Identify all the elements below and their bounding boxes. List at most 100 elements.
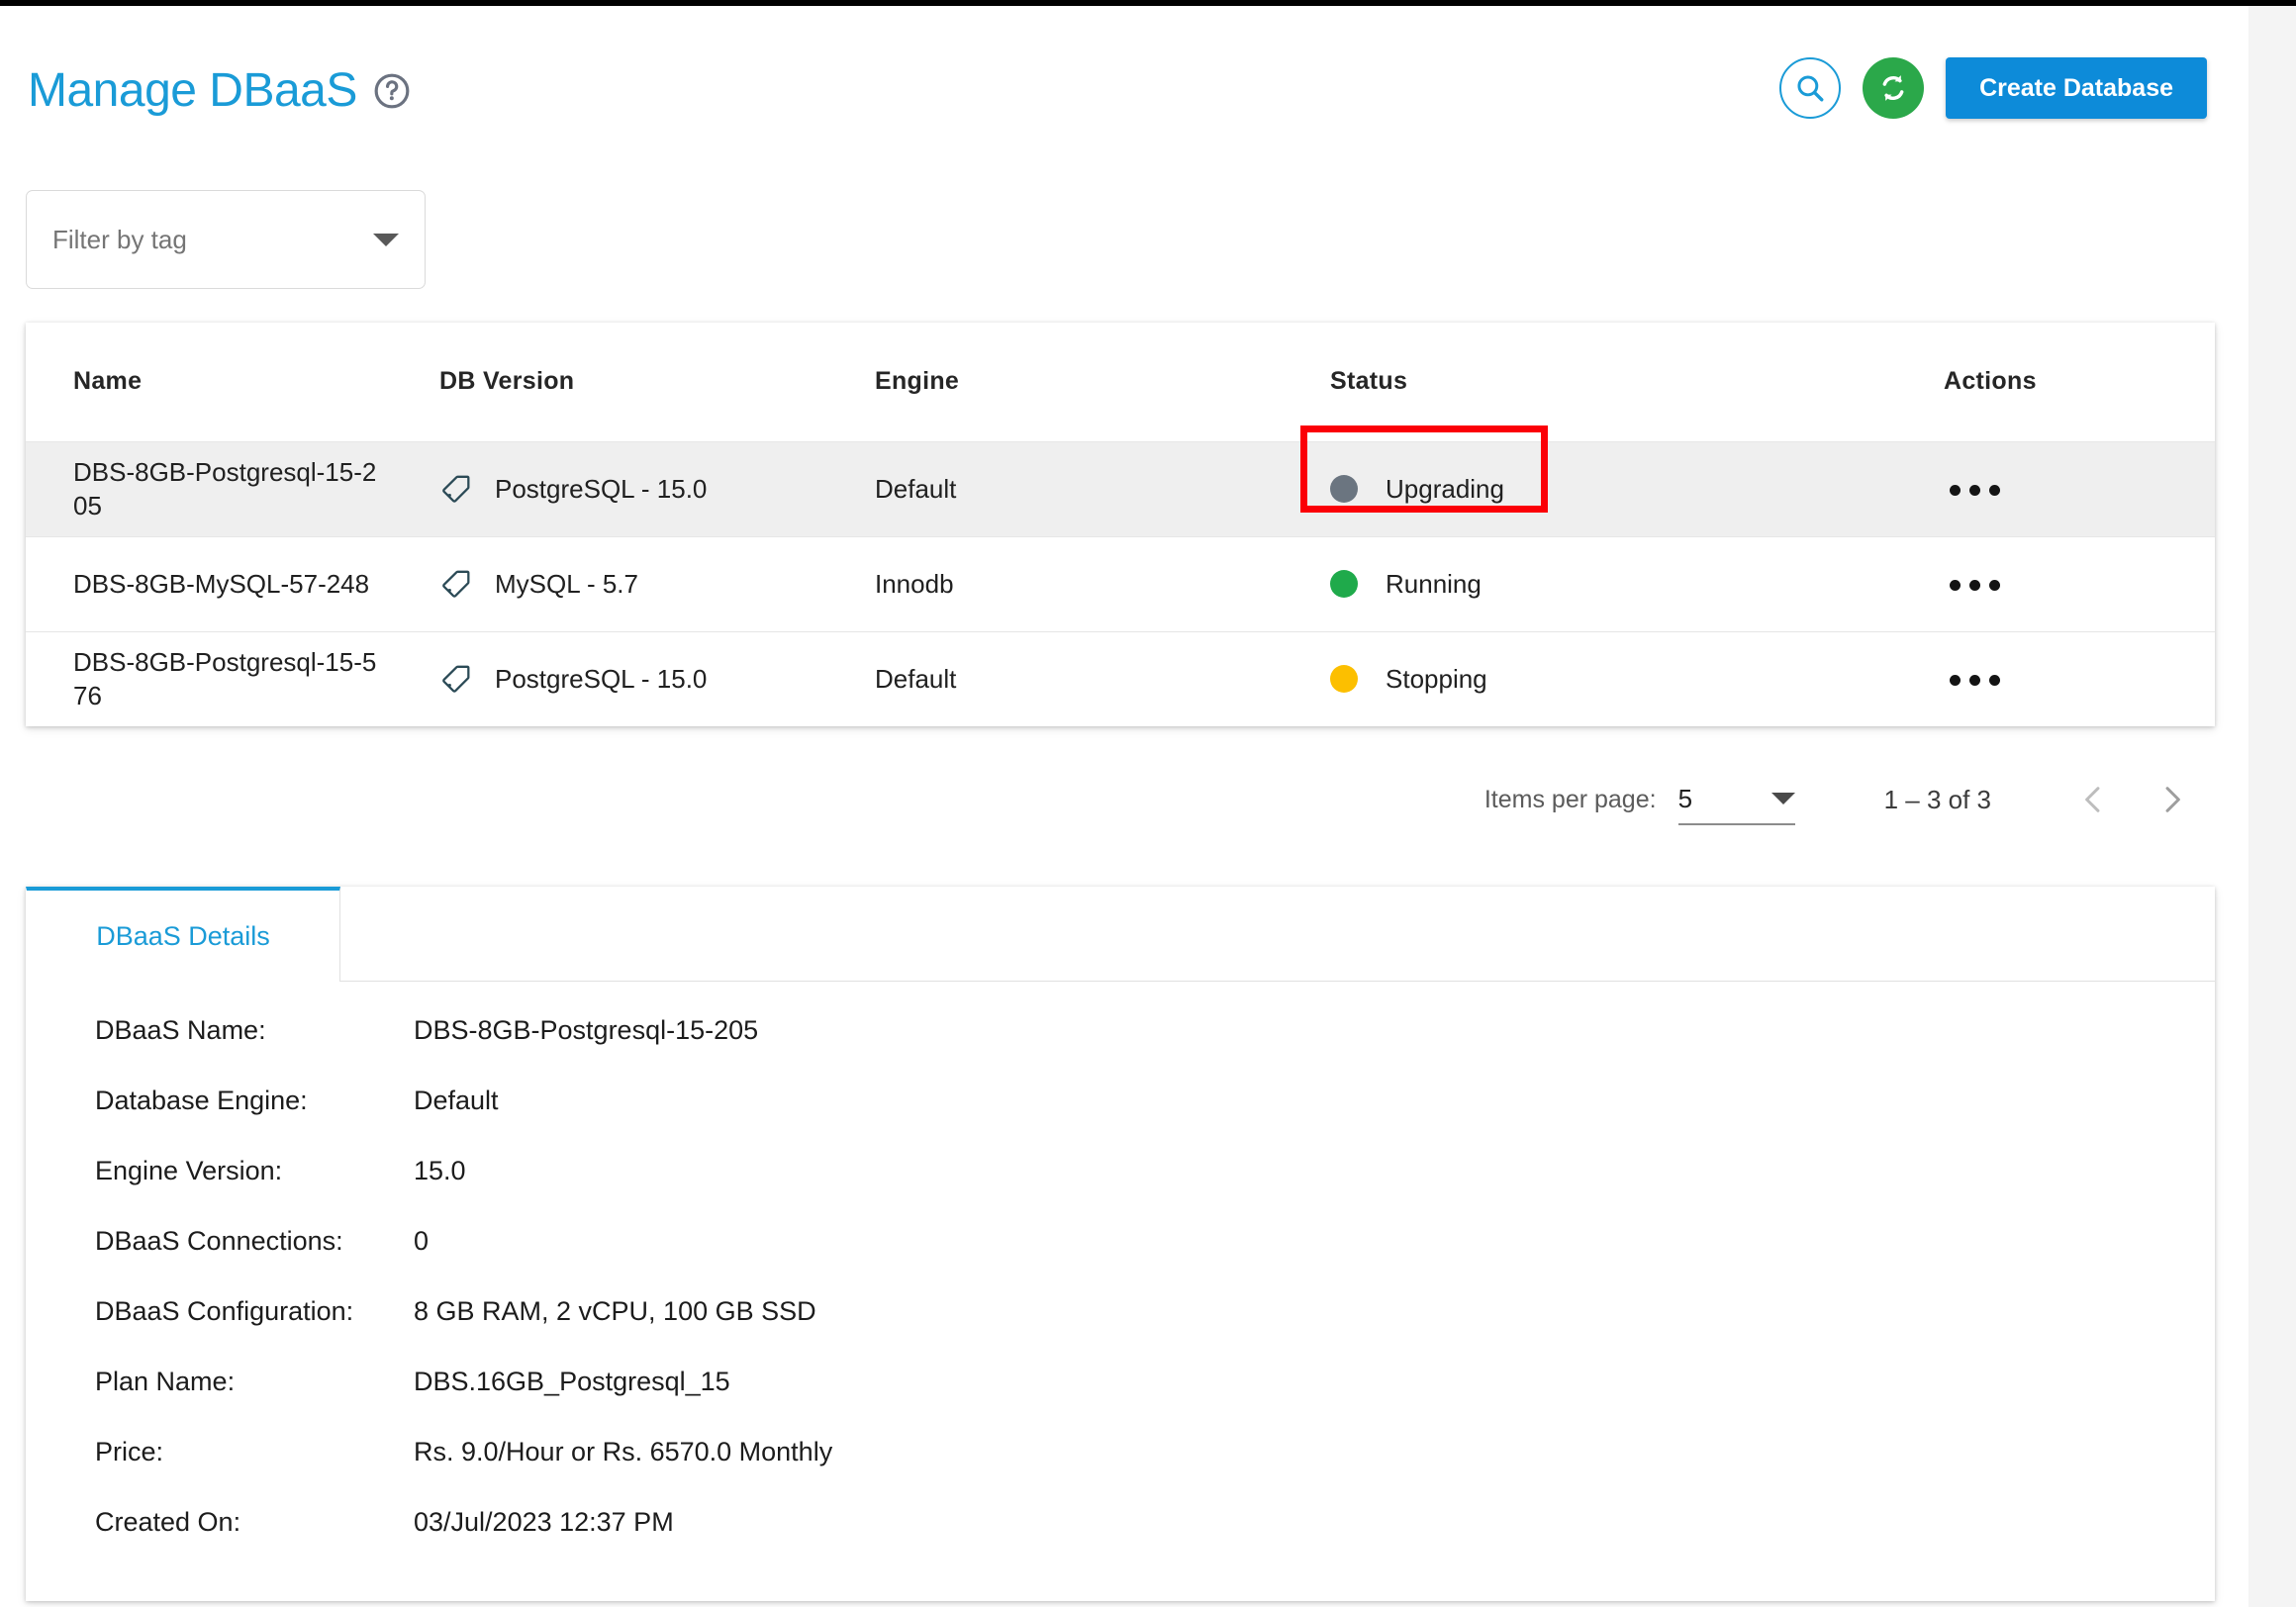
cell-engine: Default: [847, 441, 1302, 537]
detail-label: DBaaS Name:: [95, 1015, 266, 1045]
refresh-icon: [1882, 75, 1904, 101]
column-header-actions: Actions: [1916, 323, 2215, 442]
detail-label: DBaaS Configuration:: [95, 1296, 354, 1326]
row-db-version-text: PostgreSQL - 15.0: [495, 663, 708, 694]
row-db-version-text: PostgreSQL - 15.0: [495, 473, 708, 504]
cell-db-version: PostgreSQL - 15.0: [412, 631, 847, 726]
detail-value: 0: [414, 1226, 430, 1256]
detail-value: 8 GB RAM, 2 vCPU, 100 GB SSD: [414, 1296, 816, 1326]
cell-db-version: PostgreSQL - 15.0: [412, 441, 847, 537]
cell-engine: Default: [847, 631, 1302, 726]
page-root: Manage DBaaS Create Database Filter by t…: [0, 6, 2248, 1607]
row-engine-text: Innodb: [875, 568, 954, 599]
detail-value: 03/Jul/2023 12:37 PM: [414, 1507, 674, 1537]
pagination-range-label: 1 – 3 of 3: [1883, 784, 1991, 814]
help-circle-icon[interactable]: [373, 72, 411, 110]
status-dot-icon: [1330, 570, 1358, 598]
more-options-icon[interactable]: [1944, 665, 2006, 696]
filter-by-tag-select[interactable]: Filter by tag: [26, 190, 426, 289]
status-dot-icon: [1330, 475, 1358, 503]
details-tabbar: DBaaS Details: [26, 887, 2215, 982]
cell-name: DBS-8GB-Postgresql-15-205: [26, 441, 412, 537]
detail-label: Database Engine:: [95, 1086, 308, 1115]
cell-name: DBS-8GB-Postgresql-15-576: [26, 631, 412, 726]
detail-row-dbaas-connections: DBaaS Connections: 0: [26, 1226, 2215, 1296]
cell-actions: [1916, 536, 2215, 632]
row-engine-text: Default: [875, 473, 957, 504]
more-options-icon[interactable]: [1944, 570, 2006, 601]
filter-by-tag-label: Filter by tag: [52, 224, 187, 254]
table-header: Name DB Version Engine Status Actions: [26, 323, 2215, 442]
status-badge: Upgrading: [1386, 473, 1504, 504]
column-header-db-version: DB Version: [412, 323, 847, 442]
databases-table-card: Name DB Version Engine Status Actions DB…: [26, 323, 2215, 726]
page-title: Manage DBaaS: [28, 64, 357, 117]
more-options-icon[interactable]: [1944, 475, 2006, 506]
table-row[interactable]: DBS-8GB-Postgresql-15-205 PostgreSQL - 1…: [26, 441, 2215, 537]
tag-icon: [442, 665, 470, 693]
chevron-down-icon: [373, 233, 399, 246]
cell-status: Running: [1302, 536, 1916, 632]
cell-name: DBS-8GB-MySQL-57-248: [26, 536, 412, 632]
items-per-page-select[interactable]: 5: [1677, 774, 1795, 825]
tab-dbaas-details[interactable]: DBaaS Details: [26, 887, 340, 982]
page-title-group: Manage DBaaS: [28, 67, 411, 115]
detail-label: DBaaS Connections:: [95, 1226, 343, 1256]
table-row[interactable]: DBS-8GB-Postgresql-15-576 PostgreSQL - 1…: [26, 631, 2215, 726]
refresh-button[interactable]: [1863, 57, 1925, 119]
column-header-engine: Engine: [847, 323, 1302, 442]
details-body: DBaaS Name: DBS-8GB-Postgresql-15-205 Da…: [26, 982, 2215, 1577]
column-header-name: Name: [26, 323, 412, 442]
detail-row-dbaas-name: DBaaS Name: DBS-8GB-Postgresql-15-205: [26, 1015, 2215, 1086]
tag-icon: [442, 475, 470, 503]
cell-actions: [1916, 441, 2215, 537]
row-engine-text: Default: [875, 663, 957, 694]
detail-row-plan-name: Plan Name: DBS.16GB_Postgresql_15: [26, 1367, 2215, 1437]
header-actions: Create Database: [1779, 57, 2207, 119]
search-button[interactable]: [1779, 57, 1842, 119]
chevron-down-icon: [1770, 793, 1795, 804]
dbaas-details-card: DBaaS Details DBaaS Name: DBS-8GB-Postgr…: [26, 887, 2215, 1601]
detail-row-dbaas-configuration: DBaaS Configuration: 8 GB RAM, 2 vCPU, 1…: [26, 1296, 2215, 1367]
databases-table: Name DB Version Engine Status Actions DB…: [26, 323, 2215, 726]
row-name-text: DBS-8GB-MySQL-57-248: [73, 568, 370, 599]
chevron-right-icon[interactable]: [2155, 778, 2189, 821]
pagination-nav: [2076, 778, 2189, 821]
detail-label: Price:: [95, 1437, 164, 1466]
detail-row-database-engine: Database Engine: Default: [26, 1086, 2215, 1156]
table-row[interactable]: DBS-8GB-MySQL-57-248 MySQL - 5.7 Innodb: [26, 536, 2215, 632]
items-per-page-label: Items per page:: [1483, 785, 1657, 813]
detail-row-price: Price: Rs. 9.0/Hour or Rs. 6570.0 Monthl…: [26, 1437, 2215, 1507]
page-header: Manage DBaaS Create Database: [0, 6, 2248, 154]
chevron-left-icon[interactable]: [2076, 778, 2110, 821]
column-header-status: Status: [1302, 323, 1916, 442]
status-badge: Stopping: [1386, 663, 1487, 694]
cell-actions: [1916, 631, 2215, 726]
detail-label: Plan Name:: [95, 1367, 236, 1396]
detail-value: DBS-8GB-Postgresql-15-205: [414, 1015, 759, 1045]
items-per-page-value: 5: [1677, 783, 1693, 813]
detail-value: DBS.16GB_Postgresql_15: [414, 1367, 730, 1396]
tag-icon: [442, 570, 470, 598]
status-dot-icon: [1330, 665, 1358, 694]
detail-row-engine-version: Engine Version: 15.0: [26, 1156, 2215, 1226]
search-icon: [1797, 75, 1824, 102]
detail-row-created-on: Created On: 03/Jul/2023 12:37 PM: [26, 1507, 2215, 1577]
detail-label: Created On:: [95, 1507, 241, 1537]
cell-status: Upgrading: [1302, 441, 1916, 537]
detail-value: Rs. 9.0/Hour or Rs. 6570.0 Monthly: [414, 1437, 833, 1466]
detail-value: 15.0: [414, 1156, 466, 1185]
row-db-version-text: MySQL - 5.7: [495, 568, 638, 599]
table-body: DBS-8GB-Postgresql-15-205 PostgreSQL - 1…: [26, 441, 2215, 726]
page-right-gutter: [2248, 6, 2296, 1607]
cell-engine: Innodb: [847, 536, 1302, 632]
row-name-text: DBS-8GB-Postgresql-15-205: [73, 456, 377, 520]
table-header-row: Name DB Version Engine Status Actions: [26, 323, 2215, 442]
detail-label: Engine Version:: [95, 1156, 283, 1185]
status-badge: Running: [1386, 568, 1482, 599]
cell-status: Stopping: [1302, 631, 1916, 726]
create-database-button[interactable]: Create Database: [1946, 57, 2207, 119]
paginator: Items per page: 5 1 – 3 of 3: [1484, 770, 2189, 829]
detail-value: Default: [414, 1086, 499, 1115]
cell-db-version: MySQL - 5.7: [412, 536, 847, 632]
